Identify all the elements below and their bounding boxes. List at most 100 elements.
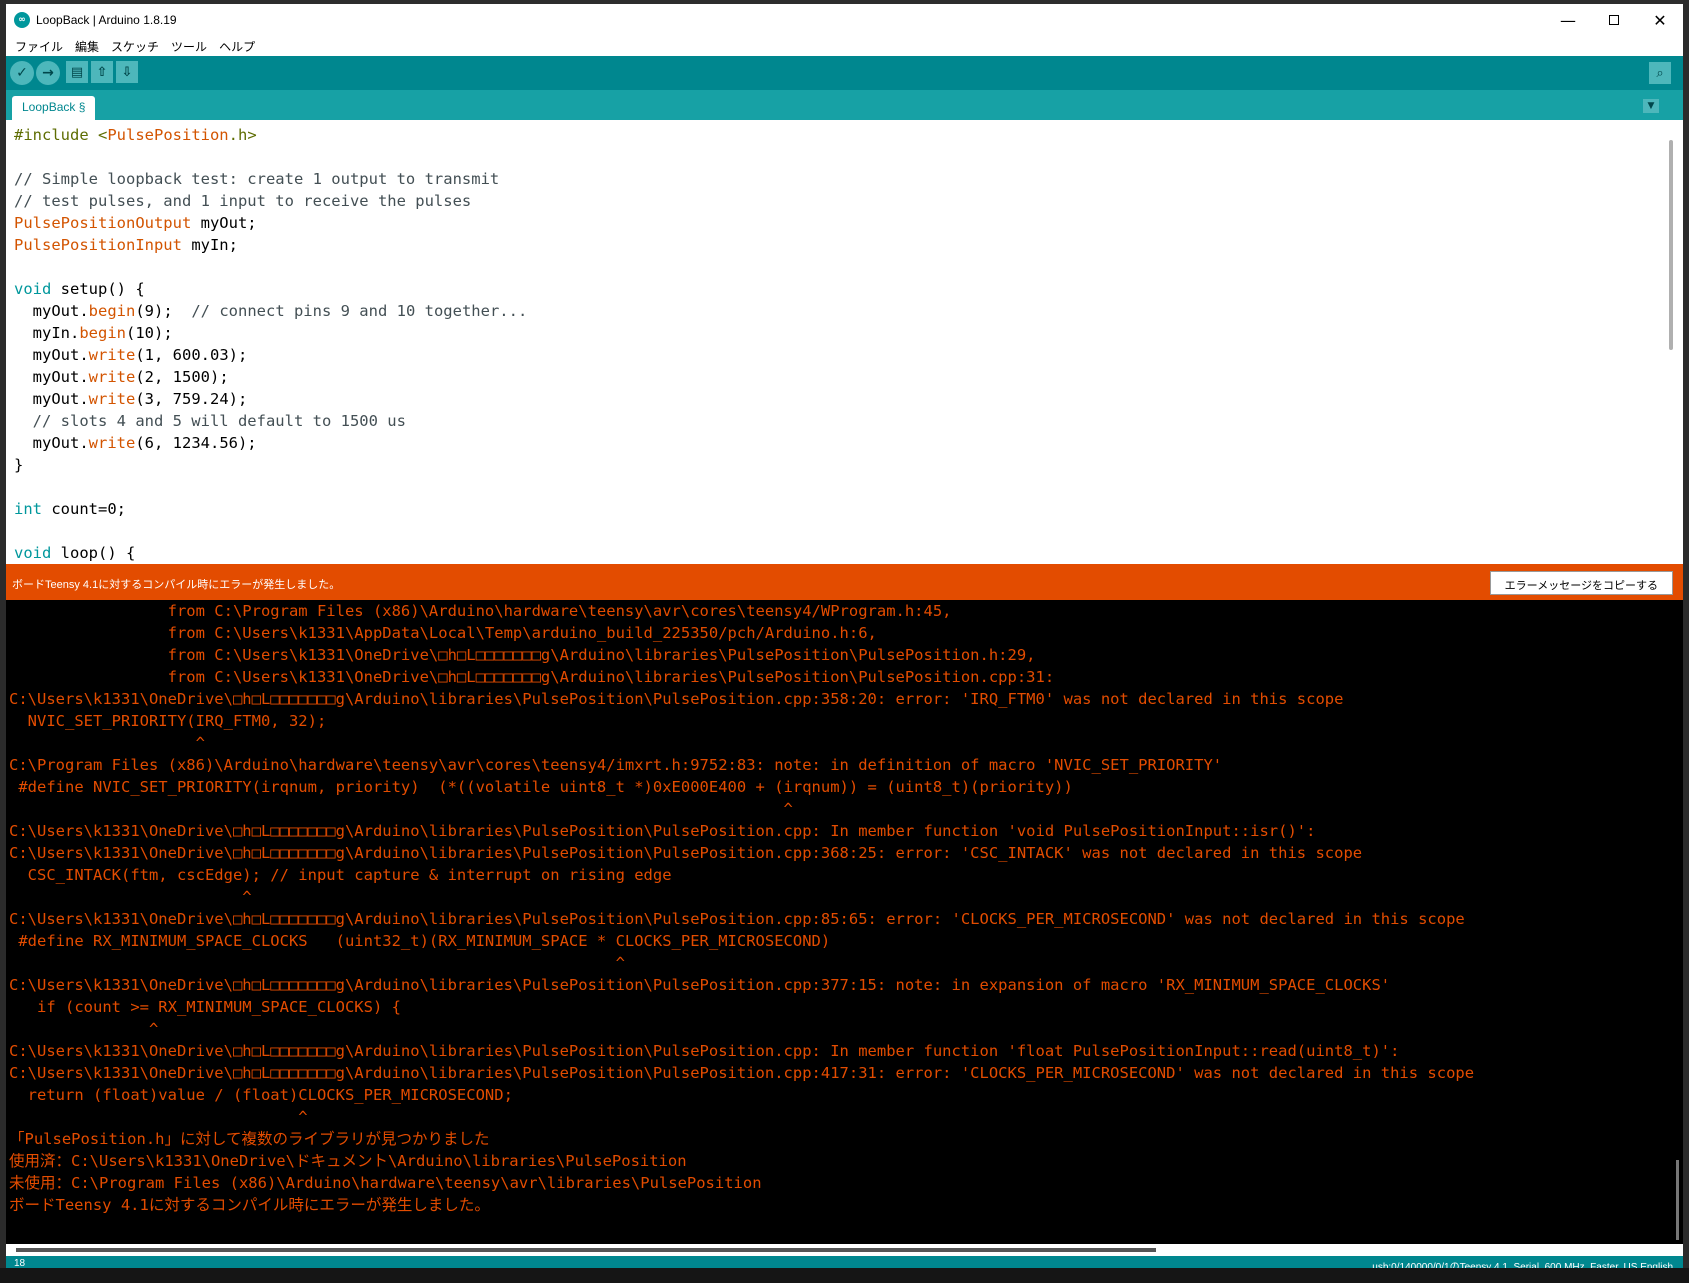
console-horizontal-scrollbar[interactable] [16, 1248, 1156, 1252]
maximize-icon [1609, 15, 1619, 25]
copy-error-button[interactable]: エラーメッセージをコピーする [1489, 571, 1673, 595]
code-line[interactable] [14, 146, 527, 168]
tab-loopback[interactable]: LoopBack § [12, 96, 96, 120]
code-line[interactable]: void loop() { [14, 542, 527, 564]
code-line[interactable]: int count=0; [14, 498, 527, 520]
code-line[interactable]: myIn.begin(10); [14, 322, 527, 344]
console-line: 「PulsePosition.h」に対して複数のライブラリが見つかりました [9, 1130, 490, 1148]
console-line: C:\Program Files (x86)\Arduino\hardware\… [9, 756, 1223, 774]
desktop-background-right [1683, 0, 1689, 1283]
code-token: myOut. [14, 390, 89, 408]
code-token: myOut. [14, 368, 89, 386]
code-token: PulsePosition [107, 126, 229, 144]
menu-edit[interactable]: 編集 [69, 36, 105, 56]
console-line: ^ [9, 1020, 159, 1038]
menu-sketch[interactable]: スケッチ [105, 36, 165, 56]
code-line[interactable]: // slots 4 and 5 will default to 1500 us [14, 410, 527, 432]
console-line: ^ [9, 734, 205, 752]
console-output[interactable]: from C:\Program Files (x86)\Arduino\hard… [6, 600, 1683, 1244]
arduino-logo-icon: ∞ [14, 12, 30, 28]
console-line: #define RX_MINIMUM_SPACE_CLOCKS (uint32_… [9, 932, 831, 950]
code-line[interactable]: myOut.write(3, 759.24); [14, 388, 527, 410]
code-token: PulsePositionInput [14, 236, 182, 254]
console-line: #define NVIC_SET_PRIORITY(irqnum, priori… [9, 778, 1073, 796]
console-line: return (float)value / (float)CLOCKS_PER_… [9, 1086, 513, 1104]
code-line[interactable] [14, 256, 527, 278]
code-token: // test pulses, and 1 input to receive t… [14, 192, 472, 210]
close-button[interactable]: ✕ [1637, 4, 1683, 36]
code-token: write [88, 390, 136, 408]
arrow-right-icon: → [42, 65, 54, 81]
console-line: from C:\Users\k1331\OneDrive\□h□L□□□□□□□… [9, 646, 1036, 664]
console-line: ボードTeensy 4.1に対するコンパイル時にエラーが発生しました。 [9, 1196, 490, 1214]
upload-button[interactable]: → [36, 61, 60, 85]
code-token: write [88, 368, 136, 386]
open-arrow-up-icon: ⇧ [96, 64, 108, 80]
code-token: .h> [228, 126, 257, 144]
code-line[interactable]: // Simple loopback test: create 1 output… [14, 168, 527, 190]
menu-file[interactable]: ファイル [9, 36, 69, 56]
code-line[interactable]: PulsePositionInput myIn; [14, 234, 527, 256]
code-token: begin [88, 302, 136, 320]
code-token: (1, 600.03); [135, 346, 248, 364]
serial-monitor-button[interactable]: ⌕ [1649, 62, 1671, 84]
code-token: count=0; [42, 500, 126, 518]
verify-button[interactable]: ✓ [10, 61, 34, 85]
code-token: write [88, 346, 136, 364]
console-line: ^ [9, 954, 625, 972]
code-token: (2, 1500); [135, 368, 229, 386]
tab-menu-button[interactable]: ▼ [1643, 99, 1659, 113]
console-line: C:\Users\k1331\OneDrive\□h□L□□□□□□□g\Ard… [9, 1064, 1475, 1082]
code-line[interactable]: myOut.write(2, 1500); [14, 366, 527, 388]
code-line[interactable]: myOut.write(6, 1234.56); [14, 432, 527, 454]
console-line: ^ [9, 888, 252, 906]
code-line[interactable] [14, 520, 527, 542]
code-line[interactable]: } [14, 454, 527, 476]
code-line[interactable]: #include <PulsePosition.h> [14, 124, 527, 146]
status-message: ボードTeensy 4.1に対するコンパイル時にエラーが発生しました。 [12, 579, 341, 591]
code-line[interactable]: PulsePositionOutput myOut; [14, 212, 527, 234]
save-button[interactable]: ⇩ [116, 61, 138, 83]
code-line[interactable]: myOut.begin(9); // connect pins 9 and 10… [14, 300, 528, 322]
triangle-down-icon: ▼ [1647, 101, 1655, 111]
desktop-background-bottom [0, 1268, 1689, 1283]
console-line: CSC_INTACK(ftm, cscEdge); // input captu… [9, 866, 672, 884]
console-line: C:\Users\k1331\OneDrive\□h□L□□□□□□□g\Ard… [9, 822, 1316, 840]
console-line: NVIC_SET_PRIORITY(IRQ_FTM0, 32); [9, 712, 327, 730]
code-line[interactable]: void setup() { [14, 278, 527, 300]
maximize-button[interactable] [1591, 4, 1637, 36]
console-line: ^ [9, 800, 793, 818]
code-token: begin [79, 324, 126, 342]
menu-help[interactable]: ヘルプ [213, 36, 261, 56]
console-line: C:\Users\k1331\OneDrive\□h□L□□□□□□□g\Ard… [9, 844, 1363, 862]
console-line: from C:\Users\k1331\AppData\Local\Temp\a… [9, 624, 877, 642]
code-token: int [14, 500, 42, 518]
editor-scrollbar[interactable] [1669, 140, 1673, 350]
code-token: (3, 759.24); [135, 390, 248, 408]
menu-tools[interactable]: ツール [165, 36, 213, 56]
toolbar: ✓ → ▤ ⇧ ⇩ ⌕ [6, 56, 1683, 90]
magnifier-icon: ⌕ [1656, 65, 1664, 81]
code-line[interactable] [14, 476, 527, 498]
console-scrollbar[interactable] [1676, 1160, 1679, 1240]
code-line[interactable]: myOut.write(1, 600.03); [14, 344, 527, 366]
console-line: C:\Users\k1331\OneDrive\□h□L□□□□□□□g\Ard… [9, 1042, 1400, 1060]
minimize-button[interactable]: — [1545, 4, 1591, 36]
code-token: (6, 1234.56); [135, 434, 257, 452]
open-button[interactable]: ⇧ [91, 61, 113, 83]
check-icon: ✓ [16, 65, 28, 81]
code-text[interactable]: #include <PulsePosition.h> // Simple loo… [14, 124, 527, 564]
code-token: myOut; [191, 214, 257, 232]
code-token: void [14, 544, 52, 562]
code-line[interactable]: // test pulses, and 1 input to receive t… [14, 190, 527, 212]
new-button[interactable]: ▤ [66, 61, 88, 83]
console-line: C:\Users\k1331\OneDrive\□h□L□□□□□□□g\Ard… [9, 910, 1465, 928]
menu-bar: ファイル 編集 スケッチ ツール ヘルプ [6, 36, 1683, 56]
code-token: (10); [126, 324, 173, 342]
code-token: setup() { [51, 280, 145, 298]
console-line: C:\Users\k1331\OneDrive\□h□L□□□□□□□g\Ard… [9, 690, 1344, 708]
code-token: myOut. [14, 434, 89, 452]
code-editor[interactable]: #include <PulsePosition.h> // Simple loo… [6, 120, 1683, 564]
code-token: } [14, 456, 24, 474]
new-file-icon: ▤ [70, 64, 84, 80]
